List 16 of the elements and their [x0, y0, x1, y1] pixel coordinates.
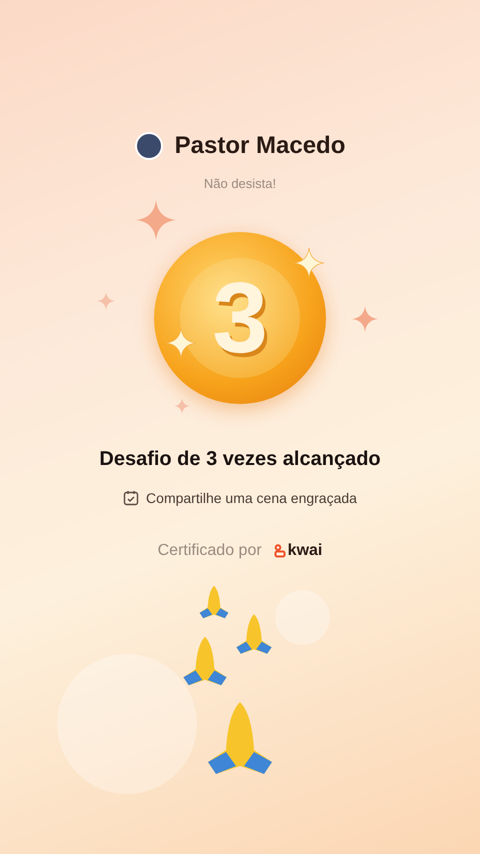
sparkle-icon [166, 328, 196, 358]
logo-icon [274, 544, 286, 558]
subtitle: Não desista! [204, 175, 276, 193]
avatar [134, 132, 163, 160]
medal: 3 [154, 232, 326, 404]
brand-logo-text: kwai [288, 540, 322, 560]
task-label: Compartilhe uma cena engraçada [146, 488, 357, 508]
calendar-check-icon [123, 490, 140, 506]
sparkle-icon [136, 200, 176, 240]
sparkle-icon [352, 306, 378, 332]
sparkle-icon [174, 398, 190, 414]
sparkle-icon [294, 248, 324, 278]
sparkle-icon [97, 292, 115, 310]
challenge-title: Desafio de 3 vezes alcançado [99, 446, 381, 472]
profile-name: Pastor Macedo [174, 131, 346, 161]
certified-by-label: Certificado por [158, 540, 262, 560]
